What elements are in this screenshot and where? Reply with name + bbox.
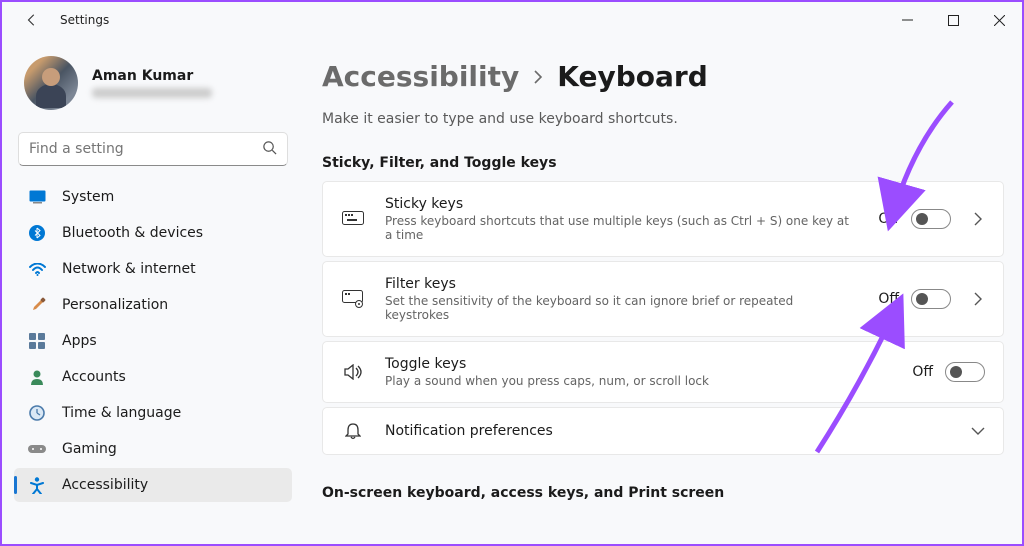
profile-email-blurred (92, 88, 212, 98)
sidebar-item-label: Personalization (62, 297, 168, 313)
person-icon (28, 368, 46, 386)
setting-description: Play a sound when you press caps, num, o… (385, 374, 892, 388)
sidebar: Aman Kumar System Bluetooth & devices (2, 38, 304, 544)
chevron-right-icon[interactable] (971, 212, 985, 226)
sound-icon (341, 364, 365, 380)
breadcrumb-parent[interactable]: Accessibility (322, 60, 519, 93)
section-title-keys: Sticky, Filter, and Toggle keys (322, 155, 1004, 171)
sidebar-item-bluetooth[interactable]: Bluetooth & devices (14, 216, 292, 250)
sidebar-item-network[interactable]: Network & internet (14, 252, 292, 286)
sidebar-item-label: Accessibility (62, 477, 148, 493)
sidebar-item-accessibility[interactable]: Accessibility (14, 468, 292, 502)
page-title: Keyboard (557, 60, 707, 93)
profile-block[interactable]: Aman Kumar (14, 38, 292, 132)
sticky-keys-toggle[interactable] (911, 209, 951, 229)
keyboard-gear-icon (341, 290, 365, 308)
setting-title: Filter keys (385, 276, 858, 292)
window-controls (884, 2, 1022, 38)
main-content: Accessibility Keyboard Make it easier to… (304, 38, 1022, 544)
search-icon (262, 140, 277, 159)
setting-title: Toggle keys (385, 356, 892, 372)
sidebar-item-accounts[interactable]: Accounts (14, 360, 292, 394)
sidebar-item-system[interactable]: System (14, 180, 292, 214)
clock-icon (28, 404, 46, 422)
settings-window: Settings Aman Kumar (0, 0, 1024, 546)
bell-icon (341, 422, 365, 440)
setting-title: Notification preferences (385, 423, 951, 439)
toggle-keys-toggle[interactable] (945, 362, 985, 382)
profile-name: Aman Kumar (92, 68, 212, 84)
sidebar-item-label: Time & language (62, 405, 181, 421)
toggle-state-label: Off (878, 291, 899, 307)
gamepad-icon (28, 440, 46, 458)
sidebar-item-apps[interactable]: Apps (14, 324, 292, 358)
breadcrumb: Accessibility Keyboard (322, 60, 1004, 93)
sidebar-item-label: Gaming (62, 441, 117, 457)
chevron-right-icon (533, 69, 543, 85)
toggle-state-label: Off (878, 211, 899, 227)
chevron-down-icon[interactable] (971, 427, 985, 435)
filter-keys-toggle[interactable] (911, 289, 951, 309)
accessibility-icon (28, 476, 46, 494)
page-subtitle: Make it easier to type and use keyboard … (322, 111, 1004, 127)
maximize-button[interactable] (930, 2, 976, 38)
avatar (24, 56, 78, 110)
setting-title: Sticky keys (385, 196, 858, 212)
sidebar-item-gaming[interactable]: Gaming (14, 432, 292, 466)
section-title-onscreen: On-screen keyboard, access keys, and Pri… (322, 485, 1004, 501)
back-button[interactable] (20, 8, 44, 32)
close-button[interactable] (976, 2, 1022, 38)
search-box[interactable] (18, 132, 288, 166)
setting-description: Set the sensitivity of the keyboard so i… (385, 294, 858, 322)
sidebar-item-label: Network & internet (62, 261, 196, 277)
bluetooth-icon (28, 224, 46, 242)
sidebar-item-label: System (62, 189, 114, 205)
setting-row-filter-keys[interactable]: Filter keys Set the sensitivity of the k… (322, 261, 1004, 337)
keyboard-icon (341, 211, 365, 227)
setting-row-notification-prefs[interactable]: Notification preferences (322, 407, 1004, 455)
monitor-icon (28, 188, 46, 206)
toggle-state-label: Off (912, 364, 933, 380)
sidebar-item-label: Apps (62, 333, 97, 349)
setting-row-toggle-keys[interactable]: Toggle keys Play a sound when you press … (322, 341, 1004, 403)
setting-row-sticky-keys[interactable]: Sticky keys Press keyboard shortcuts tha… (322, 181, 1004, 257)
setting-description: Press keyboard shortcuts that use multip… (385, 214, 858, 242)
apps-icon (28, 332, 46, 350)
nav-list: System Bluetooth & devices Network & int… (14, 180, 292, 502)
minimize-button[interactable] (884, 2, 930, 38)
sidebar-item-personalization[interactable]: Personalization (14, 288, 292, 322)
brush-icon (28, 296, 46, 314)
sidebar-item-label: Bluetooth & devices (62, 225, 203, 241)
chevron-right-icon[interactable] (971, 292, 985, 306)
sidebar-item-time[interactable]: Time & language (14, 396, 292, 430)
sidebar-item-label: Accounts (62, 369, 126, 385)
search-input[interactable] (29, 141, 262, 157)
window-title: Settings (60, 13, 109, 27)
wifi-icon (28, 260, 46, 278)
title-bar: Settings (2, 2, 1022, 38)
